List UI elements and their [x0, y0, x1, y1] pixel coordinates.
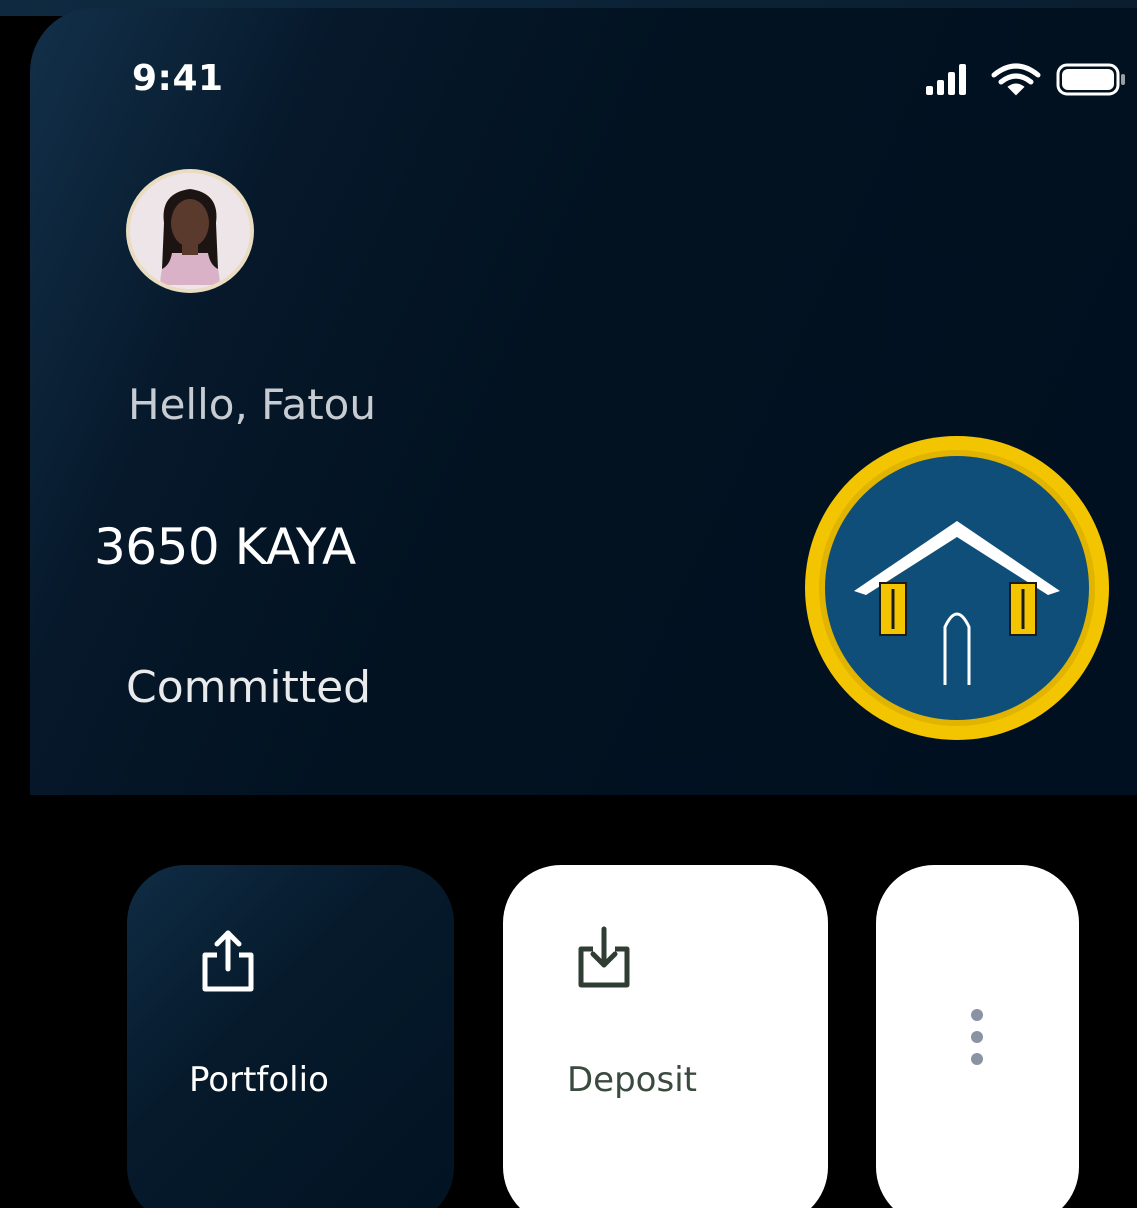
- portfolio-label: Portfolio: [189, 1060, 329, 1100]
- more-options-button[interactable]: [876, 865, 1079, 1208]
- account-header-card: 9:41 Hello, Fatou 3650 KAYA Committed: [30, 8, 1137, 795]
- deposit-label: Deposit: [567, 1060, 697, 1100]
- status-time: 9:41: [132, 58, 224, 99]
- wifi-icon: [991, 63, 1041, 96]
- greeting-text: Hello, Fatou: [128, 380, 376, 429]
- more-vertical-icon: [971, 1009, 983, 1065]
- avatar-portrait-icon: [130, 173, 250, 289]
- cellular-signal-icon: [926, 64, 966, 95]
- avatar[interactable]: [126, 169, 254, 293]
- share-upload-icon: [202, 930, 254, 992]
- home-screen: 9:41 Hello, Fatou 3650 KAYA Committed Po…: [0, 0, 1137, 1208]
- portfolio-button[interactable]: Portfolio: [127, 865, 454, 1208]
- status-icons: [926, 63, 1125, 96]
- deposit-button[interactable]: Deposit: [503, 865, 828, 1208]
- commitment-status: Committed: [126, 662, 372, 713]
- balance-amount: 3650 KAYA: [94, 518, 356, 576]
- download-tray-icon: [578, 926, 630, 988]
- battery-icon: [1056, 63, 1125, 96]
- house-badge: [805, 436, 1109, 740]
